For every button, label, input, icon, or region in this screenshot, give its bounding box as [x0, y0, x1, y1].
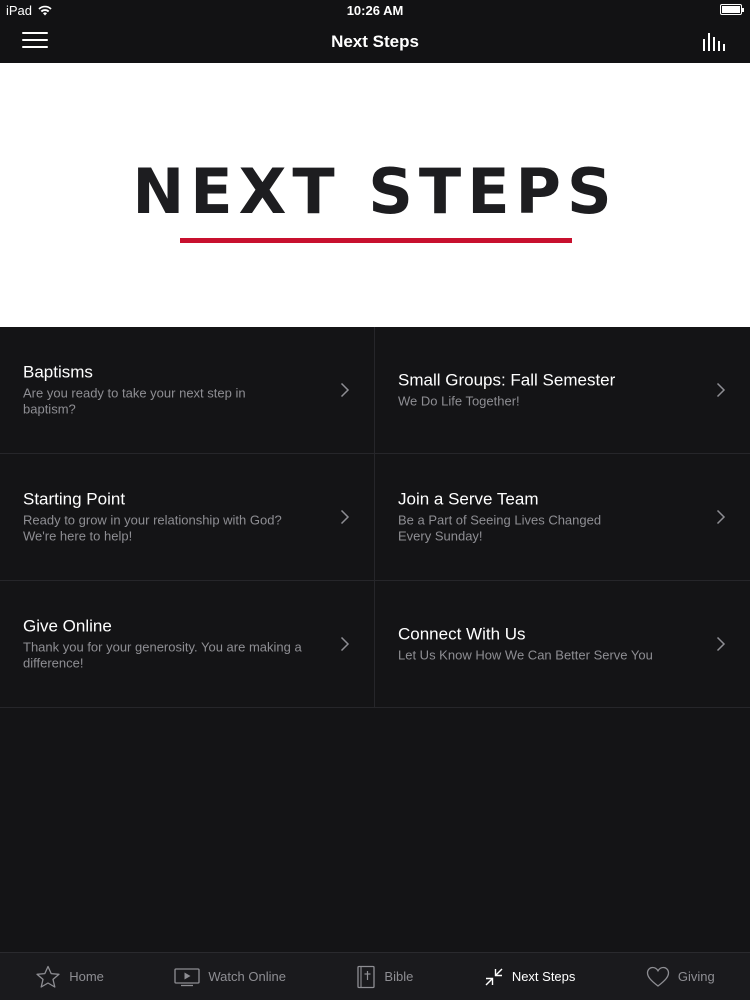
item-subtitle: Are you ready to take your next step in …: [23, 385, 246, 417]
status-right: [720, 4, 744, 15]
tab-giving[interactable]: Giving: [646, 966, 715, 988]
nav-bar: Next Steps: [0, 20, 750, 63]
app-root: iPad 10:26 AM Next Steps NEXT STEPS Bapt…: [0, 0, 750, 1000]
item-title: Baptisms: [23, 362, 93, 382]
chevron-right-icon: [716, 382, 726, 398]
item-subtitle: Be a Part of Seeing Lives Changed Every …: [398, 512, 602, 544]
cell-text: Connect With Us Let Us Know How We Can B…: [398, 625, 700, 664]
item-title: Connect With Us: [398, 624, 526, 644]
item-title: Small Groups: Fall Semester: [398, 370, 616, 390]
next-step-item-give-online[interactable]: Give Online Thank you for your generosit…: [0, 581, 375, 708]
next-step-item-serve-team[interactable]: Join a Serve Team Be a Part of Seeing Li…: [375, 454, 750, 581]
hero-title: NEXT STEPS: [132, 155, 618, 228]
tab-label: Watch Online: [208, 969, 286, 984]
cell-text: Baptisms Are you ready to take your next…: [23, 363, 324, 418]
battery-icon: [720, 4, 744, 15]
bible-icon: [357, 965, 376, 988]
tab-watch-online[interactable]: Watch Online: [174, 967, 286, 987]
tab-label: Next Steps: [511, 969, 576, 984]
chevron-right-icon: [716, 636, 726, 652]
cell-text: Give Online Thank you for your generosit…: [23, 617, 324, 672]
hero-banner: NEXT STEPS: [0, 63, 750, 327]
chevron-right-icon: [716, 509, 726, 525]
star-icon: [36, 965, 60, 988]
cell-text: Starting Point Ready to grow in your rel…: [23, 490, 324, 545]
heart-icon: [646, 966, 670, 987]
next-step-item-small-groups[interactable]: Small Groups: Fall Semester We Do Life T…: [375, 327, 750, 454]
item-title: Join a Serve Team: [398, 489, 539, 509]
item-subtitle: Ready to grow in your relationship with …: [23, 512, 282, 544]
chevron-right-icon: [340, 636, 350, 652]
cell-text: Small Groups: Fall Semester We Do Life T…: [398, 371, 700, 410]
chevron-right-icon: [340, 509, 350, 525]
next-step-item-starting-point[interactable]: Starting Point Ready to grow in your rel…: [0, 454, 375, 581]
tab-label: Home: [69, 969, 104, 984]
tab-next-steps[interactable]: Next Steps: [484, 967, 576, 987]
item-title: Give Online: [23, 616, 112, 636]
status-bar: iPad 10:26 AM: [0, 0, 750, 20]
item-subtitle: Let Us Know How We Can Better Serve You: [398, 647, 653, 663]
status-time: 10:26 AM: [346, 3, 404, 18]
bar-chart-icon[interactable]: [702, 31, 728, 51]
video-icon: [174, 967, 201, 986]
tab-bar: Home Watch Online Bible Next Steps Givin…: [0, 952, 750, 1000]
item-subtitle: Thank you for your generosity. You are m…: [23, 639, 302, 671]
next-steps-grid: Baptisms Are you ready to take your next…: [0, 327, 750, 708]
item-title: Starting Point: [23, 489, 126, 509]
next-step-item-connect[interactable]: Connect With Us Let Us Know How We Can B…: [375, 581, 750, 708]
tab-label: Giving: [677, 969, 715, 984]
page-title: Next Steps: [331, 32, 419, 51]
chevron-right-icon: [340, 382, 350, 398]
hero-underline: [180, 238, 572, 243]
tab-label: Bible: [384, 969, 414, 984]
cell-text: Join a Serve Team Be a Part of Seeing Li…: [398, 490, 700, 545]
tab-bible[interactable]: Bible: [356, 965, 413, 989]
next-step-item-baptisms[interactable]: Baptisms Are you ready to take your next…: [0, 327, 375, 454]
tab-home[interactable]: Home: [35, 965, 104, 989]
next-steps-icon: [485, 968, 503, 985]
item-subtitle: We Do Life Together!: [398, 393, 520, 409]
